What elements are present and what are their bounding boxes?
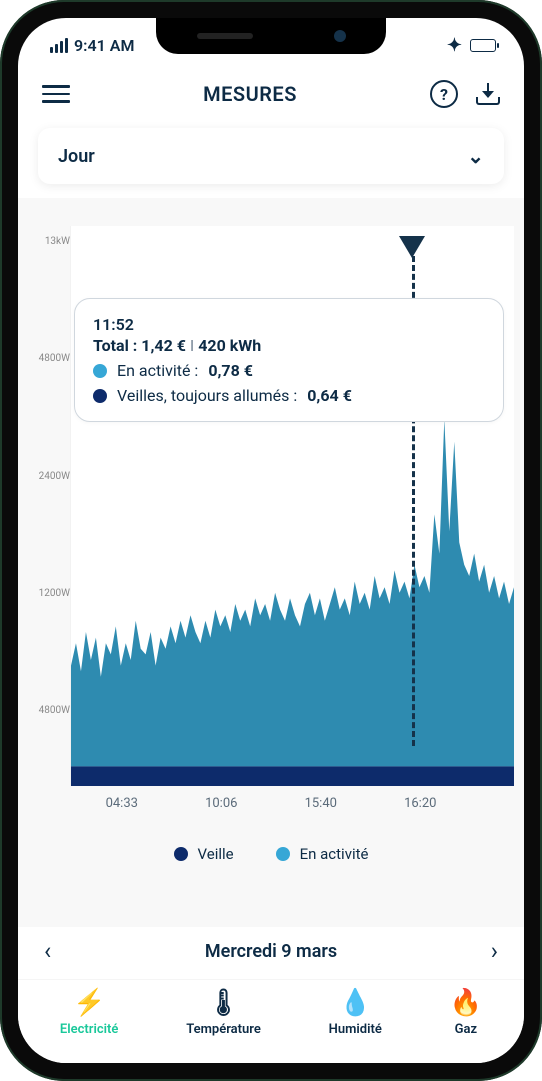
tab-bar: ⚡ Electricité 🌡 Température 💧 Humidité 🔥…	[18, 979, 524, 1063]
chart-container: 13kW 4800W 2400W 1200W 4800W 11:5	[18, 198, 524, 927]
signal-icon	[50, 38, 68, 53]
period-label: Jour	[58, 146, 95, 167]
battery-icon	[470, 39, 496, 52]
download-icon[interactable]	[476, 83, 500, 105]
tab-electricity[interactable]: ⚡ Electricité	[60, 990, 118, 1037]
period-dropdown[interactable]: Jour ⌄	[38, 128, 504, 184]
tab-gas[interactable]: 🔥 Gaz	[450, 990, 482, 1037]
menu-icon[interactable]	[42, 85, 70, 103]
bolt-icon: ⚡	[73, 990, 105, 1016]
chart-marker-icon[interactable]	[399, 236, 425, 258]
thermometer-icon: 🌡	[207, 990, 240, 1016]
page-title: MESURES	[203, 82, 297, 106]
tooltip-time: 11:52	[93, 315, 485, 334]
tooltip-standby-label: Veilles, toujours allumés :	[117, 386, 297, 405]
statusbar-time: 9:41 AM	[74, 36, 134, 55]
dot-standby-icon	[93, 389, 107, 403]
next-day-button[interactable]: ›	[491, 937, 498, 965]
help-icon[interactable]: ?	[430, 80, 458, 108]
x-axis-labels: 04:33 10:06 15:40 16:20	[28, 786, 514, 829]
droplets-icon: 💧	[339, 990, 371, 1016]
chevron-down-icon: ⌄	[467, 144, 484, 168]
flame-icon: 🔥	[450, 990, 482, 1016]
app-header: MESURES ?	[18, 72, 524, 120]
y-axis-labels: 13kW 4800W 2400W 1200W 4800W	[28, 226, 70, 786]
current-date: Mercredi 9 mars	[205, 941, 337, 962]
tooltip-active-cost: 0,78 €	[208, 361, 253, 380]
chart-legend: Veille En activité	[28, 829, 514, 881]
legend-standby-icon	[174, 847, 188, 861]
legend-active-label: En activité	[300, 845, 369, 863]
chart-tooltip: 11:52 Total : 1,42 € I 420 kWh En activi…	[74, 298, 504, 422]
date-navigator: ‹ Mercredi 9 mars ›	[18, 927, 524, 979]
legend-active-icon	[276, 847, 290, 861]
dot-active-icon	[93, 364, 107, 378]
tooltip-standby-cost: 0,64 €	[307, 386, 352, 405]
tab-temperature[interactable]: 🌡 Température	[186, 990, 261, 1037]
legend-standby-label: Veille	[198, 845, 234, 863]
prev-day-button[interactable]: ‹	[44, 937, 51, 965]
tooltip-active-label: En activité :	[117, 361, 198, 380]
tab-humidity[interactable]: 💧 Humidité	[329, 990, 382, 1037]
bluetooth-icon: ✦	[447, 35, 462, 56]
tooltip-total: Total : 1,42 € I 420 kWh	[93, 336, 485, 355]
